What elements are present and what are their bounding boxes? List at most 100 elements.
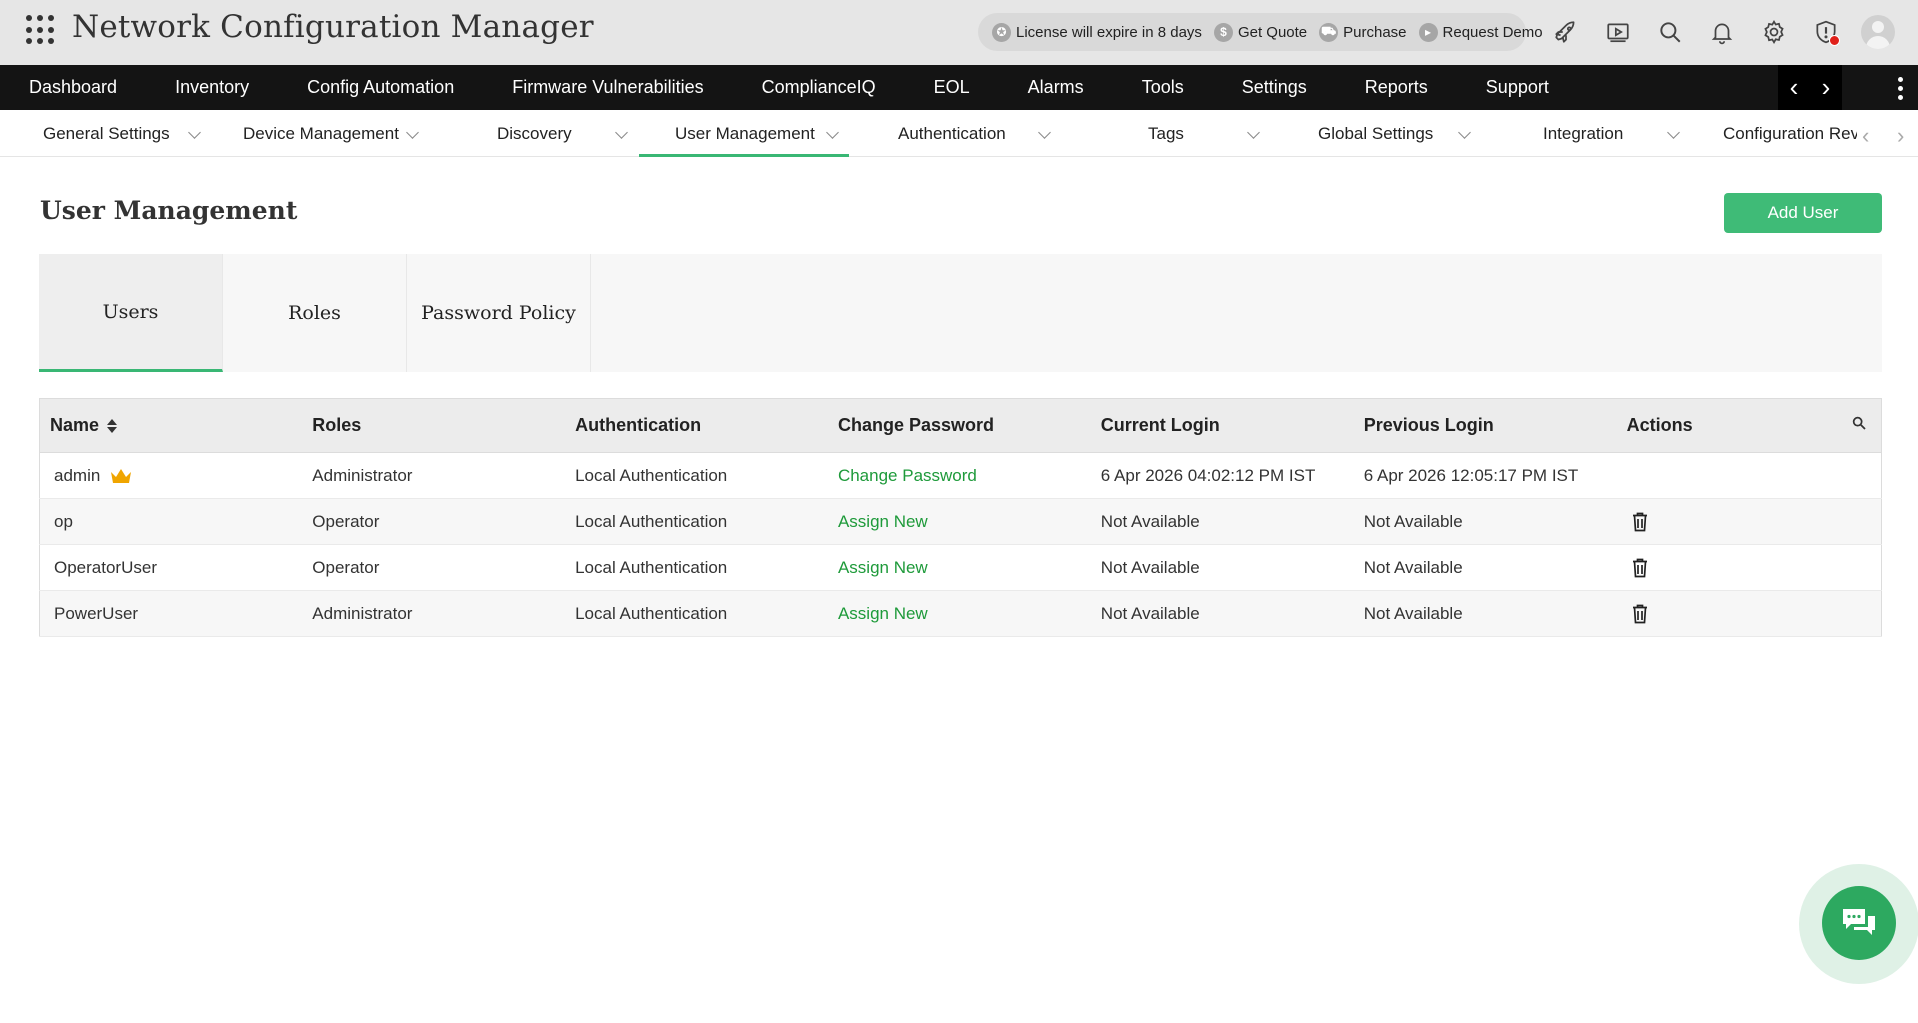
user-name-cell: op (39, 498, 303, 545)
license-expiry[interactable]: ✪ License will expire in 8 days (992, 22, 1202, 42)
password-action-cell: Assign New (827, 544, 1091, 591)
purchase-link[interactable]: ⛟ Purchase (1319, 22, 1407, 42)
subnav-tags[interactable]: Tags (1148, 110, 1260, 157)
more-options-icon[interactable] (1890, 73, 1910, 103)
delete-trash-icon[interactable] (1631, 511, 1649, 533)
nav-config-automation[interactable]: Config Automation (307, 77, 454, 98)
tab-password-policy[interactable]: Password Policy (407, 254, 591, 372)
previous-login-cell: 6 Apr 2026 12:05:17 PM IST (1353, 452, 1617, 499)
nav-complianceiq[interactable]: ComplianceIQ (762, 77, 876, 98)
current-login-cell: 6 Apr 2026 04:02:12 PM IST (1090, 452, 1354, 499)
tab-roles[interactable]: Roles (223, 254, 407, 372)
previous-login-cell: Not Available (1353, 498, 1617, 545)
video-icon[interactable] (1592, 12, 1644, 52)
nav-dashboard[interactable]: Dashboard (29, 77, 117, 98)
chevron-down-icon (615, 126, 628, 139)
delete-trash-icon[interactable] (1631, 603, 1649, 625)
subnav-integration[interactable]: Integration (1543, 110, 1683, 157)
current-login-cell: Not Available (1090, 590, 1354, 637)
user-name-cell: PowerUser (39, 590, 303, 637)
user-name[interactable]: op (54, 512, 73, 531)
shield-alert-icon[interactable] (1800, 12, 1852, 52)
user-name[interactable]: OperatorUser (54, 558, 157, 577)
table-row: admin Administrator Local Authentication… (39, 452, 1882, 499)
subnav-global-settings[interactable]: Global Settings (1318, 110, 1476, 157)
column-header-authentication: Authentication (565, 398, 828, 453)
role-cell: Administrator (302, 452, 566, 499)
current-login-cell: Not Available (1090, 498, 1354, 545)
search-icon[interactable] (1644, 12, 1696, 52)
tab-users[interactable]: Users (39, 254, 223, 372)
demo-icon: ▸ (1418, 22, 1438, 42)
delete-trash-icon[interactable] (1631, 557, 1649, 579)
assign-new-password-link[interactable]: Assign New (838, 558, 928, 577)
password-action-cell: Assign New (827, 498, 1091, 545)
user-name[interactable]: PowerUser (54, 604, 138, 623)
column-label: Name (50, 415, 100, 435)
nav-eol[interactable]: EOL (934, 77, 970, 98)
nav-alarms[interactable]: Alarms (1028, 77, 1084, 98)
subnav-authentication[interactable]: Authentication (898, 110, 1058, 157)
table-search-icon[interactable] (1841, 398, 1882, 453)
subnav-discovery[interactable]: Discovery (497, 110, 632, 157)
app-title: Network Configuration Manager (72, 9, 594, 45)
request-demo-link[interactable]: ▸ Request Demo (1418, 22, 1543, 42)
rocket-icon[interactable] (1540, 12, 1592, 52)
nav-reports[interactable]: Reports (1365, 77, 1428, 98)
purchase-label: Purchase (1343, 23, 1407, 41)
get-quote-link[interactable]: $ Get Quote (1213, 22, 1308, 42)
auth-cell: Local Authentication (565, 544, 828, 591)
chevron-down-icon (1667, 126, 1680, 139)
user-avatar-button[interactable] (1852, 12, 1904, 52)
assign-new-password-link[interactable]: Assign New (838, 512, 928, 531)
column-header-name[interactable]: Name (39, 398, 303, 453)
empty-cell (1841, 452, 1882, 499)
subnav-configuration-review[interactable]: Configuration Rev (1723, 110, 1857, 157)
nav-scroll-left-icon[interactable]: ‹ (1790, 72, 1799, 103)
empty-cell (1841, 544, 1882, 591)
actions-cell (1616, 590, 1842, 637)
chevron-down-icon (188, 126, 201, 139)
user-name-cell: OperatorUser (39, 544, 303, 591)
license-expiry-text: License will expire in 8 days (1016, 23, 1202, 41)
subnav-general-settings[interactable]: General Settings (43, 110, 203, 157)
avatar (1861, 15, 1895, 49)
nav-tools[interactable]: Tools (1142, 77, 1184, 98)
change-password-link[interactable]: Change Password (838, 466, 977, 485)
assign-new-password-link[interactable]: Assign New (838, 604, 928, 623)
subnav-label: Tags (1148, 123, 1184, 143)
previous-login-cell: Not Available (1353, 590, 1617, 637)
role-cell: Administrator (302, 590, 566, 637)
user-name[interactable]: admin (54, 466, 100, 485)
add-user-button[interactable]: Add User (1724, 193, 1882, 233)
role-cell: Operator (302, 544, 566, 591)
nav-scroll-right-icon[interactable]: › (1822, 72, 1831, 103)
actions-cell (1616, 544, 1842, 591)
subnav-label: Device Management (243, 123, 399, 143)
users-table: Name Roles Authentication Change Passwor… (39, 398, 1882, 637)
column-header-change-password: Change Password (827, 398, 1091, 453)
nav-settings[interactable]: Settings (1242, 77, 1307, 98)
subnav-user-management[interactable]: User Management (639, 110, 849, 157)
chat-button[interactable] (1822, 886, 1896, 960)
dollar-icon: $ (1213, 22, 1233, 42)
subnav-device-management[interactable]: Device Management (243, 110, 423, 157)
main-nav: Dashboard Inventory Config Automation Fi… (0, 65, 1918, 110)
nav-firmware-vulnerabilities[interactable]: Firmware Vulnerabilities (512, 77, 703, 98)
get-quote-label: Get Quote (1237, 23, 1308, 41)
license-banner: ✪ License will expire in 8 days $ Get Qu… (978, 13, 1543, 51)
gear-icon[interactable] (1748, 12, 1800, 52)
auth-cell: Local Authentication (565, 590, 828, 637)
nav-inventory[interactable]: Inventory (175, 77, 249, 98)
settings-sub-nav: General Settings Device Management Disco… (0, 110, 1918, 157)
subnav-scroll-left-icon[interactable]: ‹ (1862, 123, 1869, 149)
chevron-down-icon (1458, 126, 1471, 139)
crown-icon (111, 469, 132, 484)
sort-icon[interactable] (107, 418, 118, 434)
nav-support[interactable]: Support (1486, 77, 1549, 98)
empty-cell (1841, 498, 1882, 545)
bell-icon[interactable] (1696, 12, 1748, 52)
apps-grid-icon[interactable] (26, 15, 56, 45)
subnav-scroll-right-icon[interactable]: › (1897, 123, 1904, 149)
column-header-previous-login: Previous Login (1353, 398, 1617, 453)
